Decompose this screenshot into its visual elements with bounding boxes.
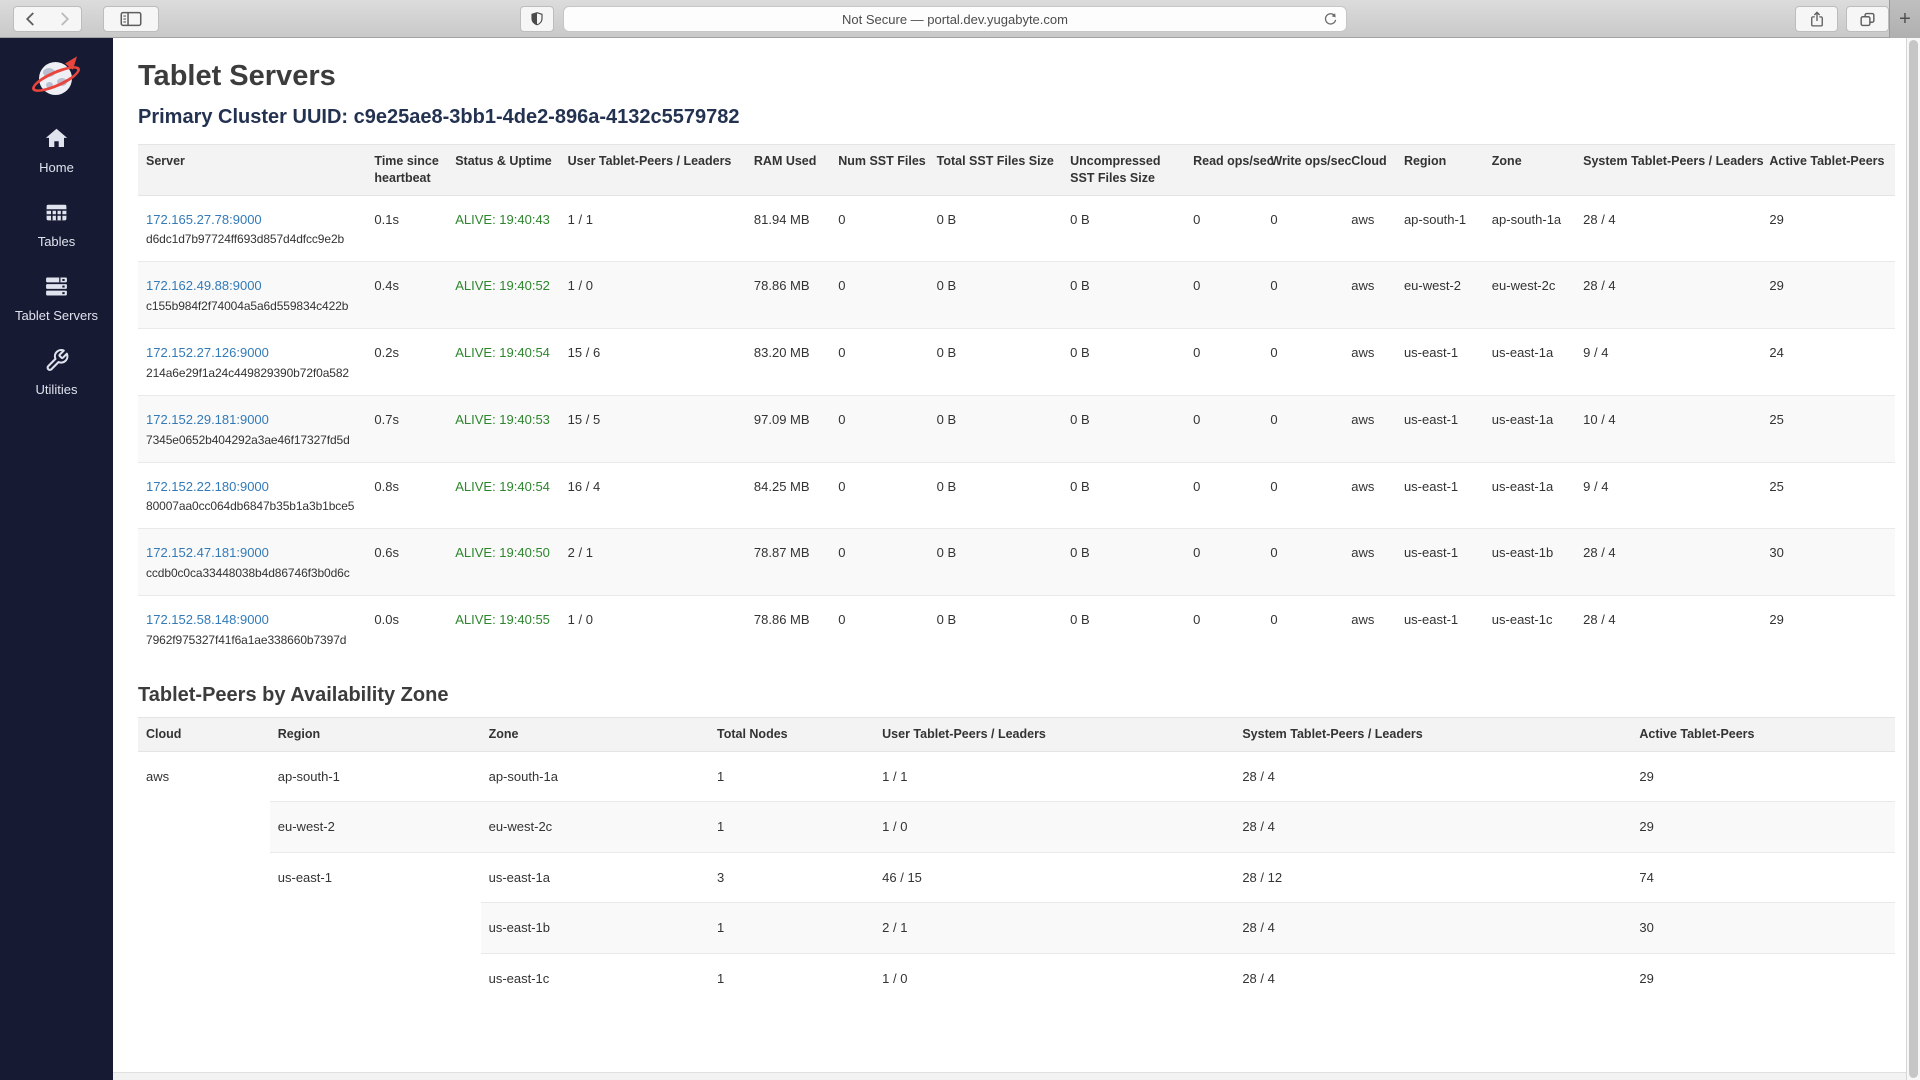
status-alive: ALIVE: 19:40:52: [447, 262, 559, 329]
az-section-title: Tablet-Peers by Availability Zone: [138, 684, 1895, 707]
col-uncompressed-sst: Uncompressed SST Files Size: [1062, 145, 1185, 196]
tserver-link[interactable]: 172.152.29.181:9000: [146, 412, 269, 427]
tserver-row: 172.152.29.181:9000 7345e0652b404292a3ae4…: [138, 395, 1895, 462]
tserver-uuid: d6dc1d7b97724ff693d857d4dfcc9e2b: [146, 231, 358, 247]
new-tab-button[interactable]: +: [1889, 0, 1920, 38]
col-zone: Zone: [481, 717, 709, 751]
address-bar[interactable]: Not Secure — portal.dev.yugabyte.com: [563, 6, 1347, 32]
tserver-uuid: ccdb0c0ca33448038b4d86746f3b0d6c: [146, 565, 358, 581]
status-alive: ALIVE: 19:40:53: [447, 395, 559, 462]
back-button[interactable]: [13, 6, 48, 32]
plus-icon: +: [1899, 8, 1911, 31]
page-footer-strip: [113, 1072, 1906, 1080]
tab-overview-button[interactable]: [1846, 6, 1889, 32]
az-region-cell: us-east-1: [270, 852, 481, 1003]
privacy-report-button[interactable]: [520, 6, 554, 32]
tserver-uuid: 7345e0652b404292a3ae46f17327fd5d: [146, 432, 358, 448]
tablet-servers-table: Server Time since heartbeat Status & Upt…: [138, 144, 1895, 662]
col-region: Region: [1396, 145, 1484, 196]
sidebar-item-home[interactable]: Home: [0, 126, 113, 175]
tserver-link[interactable]: 172.152.22.180:9000: [146, 479, 269, 494]
address-bar-url: Not Secure — portal.dev.yugabyte.com: [842, 12, 1068, 27]
share-icon: [1808, 10, 1826, 29]
col-system-peers: System Tablet-Peers / Leaders: [1575, 145, 1761, 196]
col-ram: RAM Used: [746, 145, 830, 196]
sidebar-toggle-button[interactable]: [103, 6, 159, 32]
page-title: Tablet Servers: [138, 60, 1895, 93]
main-content: Tablet Servers Primary Cluster UUID: c9e…: [113, 38, 1906, 1080]
col-status: Status & Uptime: [447, 145, 559, 196]
tablet-servers-icon: [43, 286, 70, 303]
tserver-link[interactable]: 172.152.58.148:9000: [146, 612, 269, 627]
status-alive: ALIVE: 19:40:50: [447, 529, 559, 596]
utilities-icon: [44, 360, 70, 377]
tserver-link[interactable]: 172.152.27.126:9000: [146, 345, 269, 360]
tserver-link[interactable]: 172.152.47.181:9000: [146, 545, 269, 560]
sidebar: Home Tables T: [0, 38, 113, 1080]
chevron-right-icon: [55, 10, 73, 28]
sidebar-item-label: Home: [0, 160, 113, 175]
status-alive: ALIVE: 19:40:54: [447, 329, 559, 396]
az-cloud-cell: aws: [138, 751, 270, 1003]
status-alive: ALIVE: 19:40:54: [447, 462, 559, 529]
tserver-row: 172.152.58.148:9000 7962f975327f41f6a1ae3…: [138, 596, 1895, 662]
az-table: Cloud Region Zone Total Nodes User Table…: [138, 717, 1895, 1004]
tserver-row: 172.152.47.181:9000 ccdb0c0ca33448038b4d8…: [138, 529, 1895, 596]
sidebar-item-tables[interactable]: Tables: [0, 200, 113, 249]
status-alive: ALIVE: 19:40:43: [447, 195, 559, 262]
az-row: aws ap-south-1 ap-south-1a 1 1 / 1 28 / …: [138, 751, 1895, 802]
cluster-uuid-heading: Primary Cluster UUID: c9e25ae8-3bb1-4de2…: [138, 106, 1895, 129]
col-user-peers: User Tablet-Peers / Leaders: [560, 145, 746, 196]
browser-toolbar: Not Secure — portal.dev.yugabyte.com +: [0, 0, 1920, 38]
tserver-row: 172.165.27.78:9000 d6dc1d7b97724ff693d857…: [138, 195, 1895, 262]
reload-icon[interactable]: [1322, 11, 1339, 33]
sidebar-item-utilities[interactable]: Utilities: [0, 348, 113, 397]
col-server: Server: [138, 145, 366, 196]
col-zone: Zone: [1484, 145, 1575, 196]
panel-left-icon: [120, 10, 142, 28]
col-active-peers: Active Tablet-Peers: [1631, 717, 1895, 751]
tserver-row: 172.152.22.180:9000 80007aa0cc064db6847b3…: [138, 462, 1895, 529]
col-system-peers: System Tablet-Peers / Leaders: [1234, 717, 1631, 751]
col-region: Region: [270, 717, 481, 751]
tserver-link[interactable]: 172.165.27.78:9000: [146, 212, 262, 227]
col-num-sst: Num SST Files: [830, 145, 928, 196]
scrollbar-thumb[interactable]: [1909, 40, 1918, 1078]
sidebar-item-label: Utilities: [0, 382, 113, 397]
col-user-peers: User Tablet-Peers / Leaders: [874, 717, 1234, 751]
home-icon: [43, 138, 70, 155]
tserver-row: 172.162.49.88:9000 c155b984f2f74004a5a6d5…: [138, 262, 1895, 329]
tserver-uuid: c155b984f2f74004a5a6d559834c422b: [146, 298, 358, 314]
tserver-uuid: 214a6e29f1a24c449829390b72f0a582: [146, 365, 358, 381]
col-total-nodes: Total Nodes: [709, 717, 874, 751]
col-write-ops: Write ops/sec: [1262, 145, 1343, 196]
col-cloud: Cloud: [138, 717, 270, 751]
col-active-peers: Active Tablet-Peers: [1761, 145, 1895, 196]
chevron-left-icon: [22, 10, 40, 28]
share-button[interactable]: [1795, 6, 1838, 32]
yugabyte-logo[interactable]: [36, 58, 76, 98]
az-row: eu-west-2 eu-west-2c 1 1 / 0 28 / 4 29: [138, 802, 1895, 853]
tabs-icon: [1858, 10, 1877, 29]
tserver-uuid: 7962f975327f41f6a1ae338660b7397d: [146, 632, 358, 648]
table-header-row: Server Time since heartbeat Status & Upt…: [138, 145, 1895, 196]
az-header-row: Cloud Region Zone Total Nodes User Table…: [138, 717, 1895, 751]
col-total-sst: Total SST Files Size: [929, 145, 1063, 196]
col-heartbeat: Time since heartbeat: [366, 145, 447, 196]
col-read-ops: Read ops/sec: [1185, 145, 1262, 196]
col-cloud: Cloud: [1343, 145, 1396, 196]
shield-icon: [529, 10, 545, 28]
sidebar-item-label: Tables: [0, 234, 113, 249]
tables-icon: [43, 212, 70, 229]
tserver-link[interactable]: 172.162.49.88:9000: [146, 278, 262, 293]
az-row: us-east-1 us-east-1a 3 46 / 15 28 / 12 7…: [138, 852, 1895, 903]
status-alive: ALIVE: 19:40:55: [447, 596, 559, 662]
sidebar-item-tablet-servers[interactable]: Tablet Servers: [0, 274, 113, 323]
tserver-uuid: 80007aa0cc064db6847b35b1a3b1bce5: [146, 498, 358, 514]
sidebar-item-label: Tablet Servers: [0, 308, 113, 323]
forward-button[interactable]: [47, 6, 82, 32]
vertical-scrollbar[interactable]: [1906, 38, 1920, 1080]
tserver-row: 172.152.27.126:9000 214a6e29f1a24c4498293…: [138, 329, 1895, 396]
